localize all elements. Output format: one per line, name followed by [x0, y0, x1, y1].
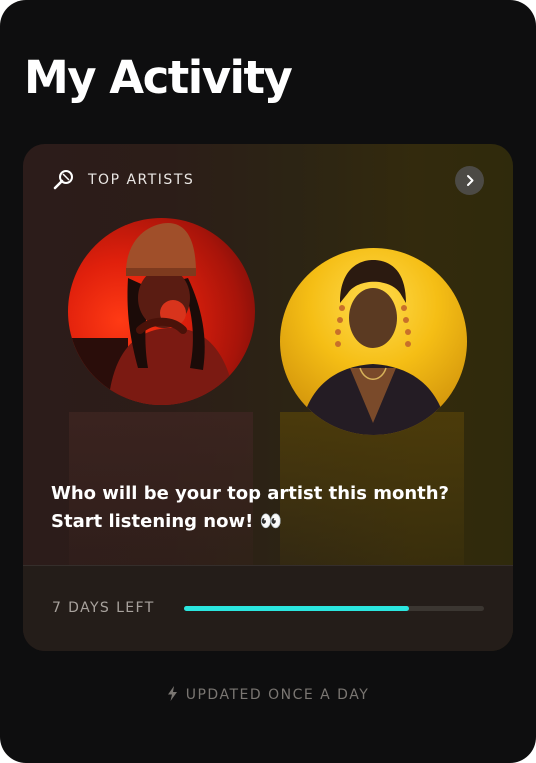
month-progress-bar: [184, 606, 484, 611]
update-status: UPDATED ONCE A DAY: [0, 684, 536, 706]
page-title: My Activity: [24, 51, 293, 104]
top-artists-card[interactable]: TOP ARTISTS Who will be your top artist …: [23, 144, 513, 651]
update-status-label: UPDATED ONCE A DAY: [185, 687, 370, 703]
card-header[interactable]: TOP ARTISTS: [23, 144, 513, 216]
screen: My Activity TOP ARTISTS Who will be your…: [0, 0, 536, 763]
open-top-artists-button[interactable]: [455, 166, 484, 195]
artist-photo: [68, 223, 236, 405]
chevron-right-icon: [467, 175, 474, 186]
artist-avatar[interactable]: [68, 218, 255, 405]
month-progress-fill: [184, 606, 409, 611]
lightning-icon: [167, 686, 178, 708]
artist-avatar[interactable]: [280, 248, 467, 435]
days-left-label: 7 DAYS LEFT: [52, 600, 155, 616]
card-message: Who will be your top artist this month? …: [51, 483, 449, 532]
card-header-label: TOP ARTISTS: [88, 172, 195, 188]
microphone-icon: [51, 168, 75, 192]
artist-photo: [300, 260, 448, 435]
card-footer: 7 DAYS LEFT: [23, 565, 513, 651]
